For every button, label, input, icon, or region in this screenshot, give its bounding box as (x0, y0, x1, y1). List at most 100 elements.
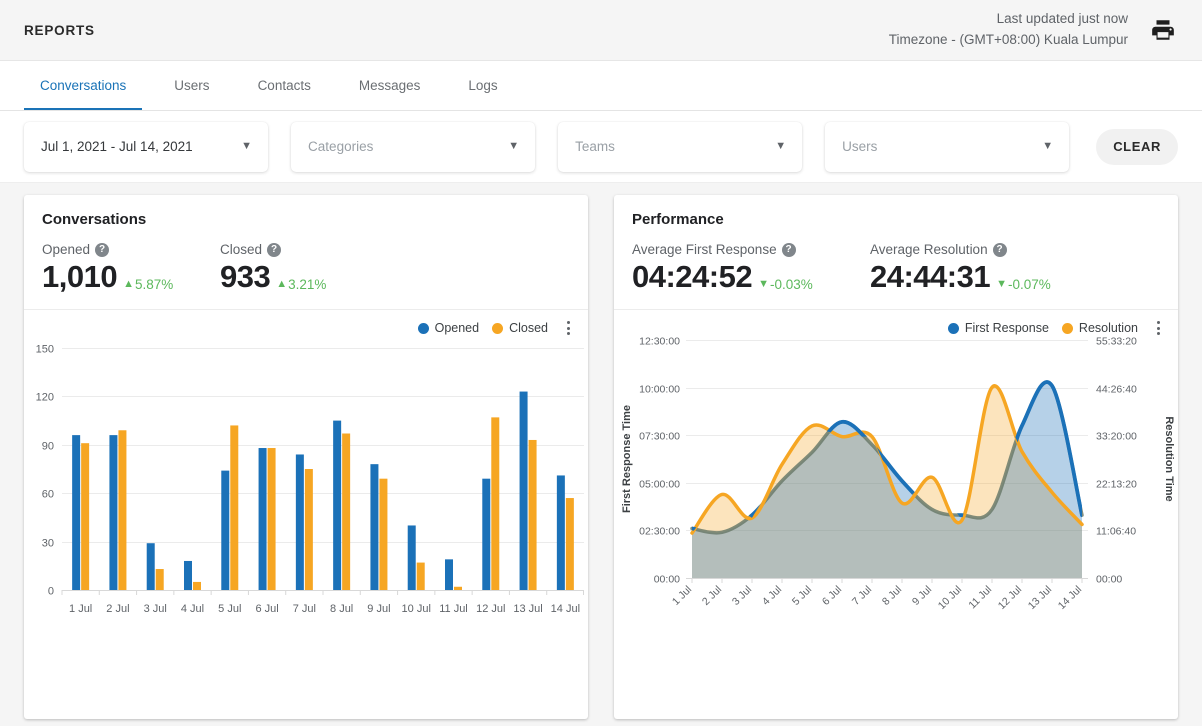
tab-contacts[interactable]: Contacts (242, 61, 327, 110)
help-icon[interactable]: ? (992, 242, 1007, 257)
svg-text:4 Jul: 4 Jul (181, 603, 204, 615)
stat-afr-value: 04:24:52 (632, 259, 753, 294)
chevron-down-icon: ▼ (508, 140, 520, 152)
svg-text:13 Jul: 13 Jul (1026, 584, 1054, 612)
legend-label: First Response (964, 321, 1049, 335)
stat-label-text: Opened (42, 242, 91, 257)
header-meta: Last updated just now Timezone - (GMT+08… (889, 9, 1128, 51)
stat-opened: Opened ? 1,010 ▲ 5.87% (42, 242, 220, 295)
cards-container: Conversations Opened ? 1,010 ▲ 5.87% Clo… (0, 183, 1202, 719)
conversations-card-header: Conversations Opened ? 1,010 ▲ 5.87% Clo… (24, 195, 588, 309)
stat-ar-row: 24:44:31 ▼ -0.07% (870, 259, 1051, 295)
svg-text:11 Jul: 11 Jul (439, 603, 468, 615)
legend-item-opened[interactable]: Opened (417, 321, 480, 335)
performance-chart-area: First Response Resolution 00:00 00:00 02:3… (614, 310, 1178, 719)
chevron-down-icon: ▼ (241, 140, 253, 152)
svg-text:6 Jul: 6 Jul (255, 603, 278, 615)
help-icon[interactable]: ? (267, 242, 282, 257)
last-updated-text: Last updated just now (996, 11, 1128, 27)
svg-text:First Response Time: First Response Time (621, 405, 633, 513)
svg-text:1 Jul: 1 Jul (670, 584, 694, 608)
svg-text:9 Jul: 9 Jul (367, 603, 390, 615)
delta-text: -0.03% (769, 276, 813, 292)
conversations-card-title: Conversations (42, 211, 147, 228)
svg-text:00:00: 00:00 (654, 574, 680, 586)
tab-users[interactable]: Users (158, 61, 225, 110)
svg-text:9 Jul: 9 Jul (910, 584, 934, 608)
chevron-down-icon: ▼ (775, 140, 787, 152)
tab-label: Conversations (40, 78, 127, 93)
legend-item-first-response[interactable]: First Response (947, 321, 1049, 335)
legend-label: Resolution (1078, 321, 1138, 335)
tab-conversations[interactable]: Conversations (24, 61, 143, 110)
print-icon[interactable] (1146, 13, 1180, 47)
legend-dot-first-response (947, 322, 959, 334)
svg-text:11 Jul: 11 Jul (966, 584, 994, 612)
delta-text: 5.87% (134, 276, 174, 292)
svg-text:22:13:20: 22:13:20 (1096, 479, 1137, 491)
svg-text:60: 60 (42, 489, 54, 501)
teams-placeholder: Teams (575, 139, 615, 154)
svg-text:90: 90 (42, 441, 54, 453)
svg-text:0: 0 (48, 586, 54, 598)
categories-select[interactable]: Categories ▼ (291, 121, 536, 172)
conversations-stats: Opened ? 1,010 ▲ 5.87% Closed ? 933 ▲ 3.… (42, 242, 570, 295)
arrow-down-icon: ▼ (996, 278, 1007, 290)
top-header-bar: REPORTS Last updated just now Timezone -… (0, 0, 1202, 61)
date-range-select[interactable]: Jul 1, 2021 - Jul 14, 2021 ▼ (24, 121, 269, 172)
chevron-down-icon: ▼ (1042, 140, 1054, 152)
svg-text:3 Jul: 3 Jul (144, 603, 167, 615)
svg-text:12 Jul: 12 Jul (996, 584, 1024, 612)
stat-ar-label: Average Resolution ? (870, 242, 1051, 257)
users-select[interactable]: Users ▼ (825, 121, 1070, 172)
svg-text:Resolution Time: Resolution Time (1163, 416, 1175, 501)
performance-card-header: Performance Average First Response ? 04:… (614, 195, 1178, 309)
performance-area-chart: 00:00 00:00 02:30:00 11:06:40 05:00:00 22:13:… (621, 336, 1175, 612)
svg-text:10 Jul: 10 Jul (402, 603, 431, 615)
svg-text:1 Jul: 1 Jul (69, 603, 92, 615)
tab-logs[interactable]: Logs (452, 61, 513, 110)
svg-text:120: 120 (36, 392, 54, 404)
tab-bar: Conversations Users Contacts Messages Lo… (0, 61, 1202, 111)
stat-closed-delta: ▲ 3.21% (276, 277, 326, 292)
teams-select[interactable]: Teams ▼ (558, 121, 803, 172)
stat-ar-delta: ▼ -0.07% (996, 277, 1051, 292)
chart-menu-icon[interactable] (1153, 318, 1164, 338)
stat-opened-delta: ▲ 5.87% (123, 277, 173, 292)
svg-text:30: 30 (42, 538, 54, 550)
delta-text: -0.07% (1007, 276, 1051, 292)
timezone-text: Timezone - (GMT+08:00) Kuala Lumpur (888, 32, 1128, 47)
legend-item-closed[interactable]: Closed (492, 321, 548, 335)
svg-text:14 Jul: 14 Jul (551, 603, 580, 615)
chart-menu-icon[interactable] (563, 318, 574, 338)
help-icon[interactable]: ? (95, 242, 110, 257)
svg-text:33:20:00: 33:20:00 (1096, 431, 1137, 443)
page-title: REPORTS (24, 22, 95, 38)
svg-text:8 Jul: 8 Jul (330, 603, 353, 615)
svg-text:150: 150 (36, 344, 54, 356)
stat-afr-row: 04:24:52 ▼ -0.03% (632, 259, 870, 295)
legend-dot-closed (492, 322, 504, 334)
clear-button[interactable]: CLEAR (1096, 128, 1178, 165)
filter-bar: Jul 1, 2021 - Jul 14, 2021 ▼ Categories … (0, 111, 1202, 183)
tab-messages[interactable]: Messages (343, 61, 437, 110)
arrow-down-icon: ▼ (758, 278, 769, 290)
legend-item-resolution[interactable]: Resolution (1061, 321, 1138, 335)
legend-label: Closed (509, 321, 548, 335)
svg-text:00:00: 00:00 (1096, 574, 1122, 586)
help-icon[interactable]: ? (781, 242, 796, 257)
tab-label: Messages (358, 78, 421, 93)
stat-label-text: Closed (220, 242, 263, 257)
stat-closed-label: Closed ? (220, 242, 326, 257)
svg-text:05:00:00: 05:00:00 (639, 479, 680, 491)
stat-closed-value: 933 (220, 259, 271, 294)
stat-label-text: Average Resolution (870, 242, 988, 257)
legend-label: Opened (434, 321, 480, 335)
conversations-chart-area: Opened Closed 0 30 60 90 120 150 1 Jul 2 Jul 3 J… (24, 310, 588, 719)
performance-card-title: Performance (632, 211, 724, 228)
header-right-group: Last updated just now Timezone - (GMT+08… (889, 9, 1180, 51)
stat-opened-label: Opened ? (42, 242, 220, 257)
svg-text:4 Jul: 4 Jul (760, 584, 784, 608)
svg-text:5 Jul: 5 Jul (218, 603, 241, 615)
svg-text:7 Jul: 7 Jul (293, 603, 316, 615)
